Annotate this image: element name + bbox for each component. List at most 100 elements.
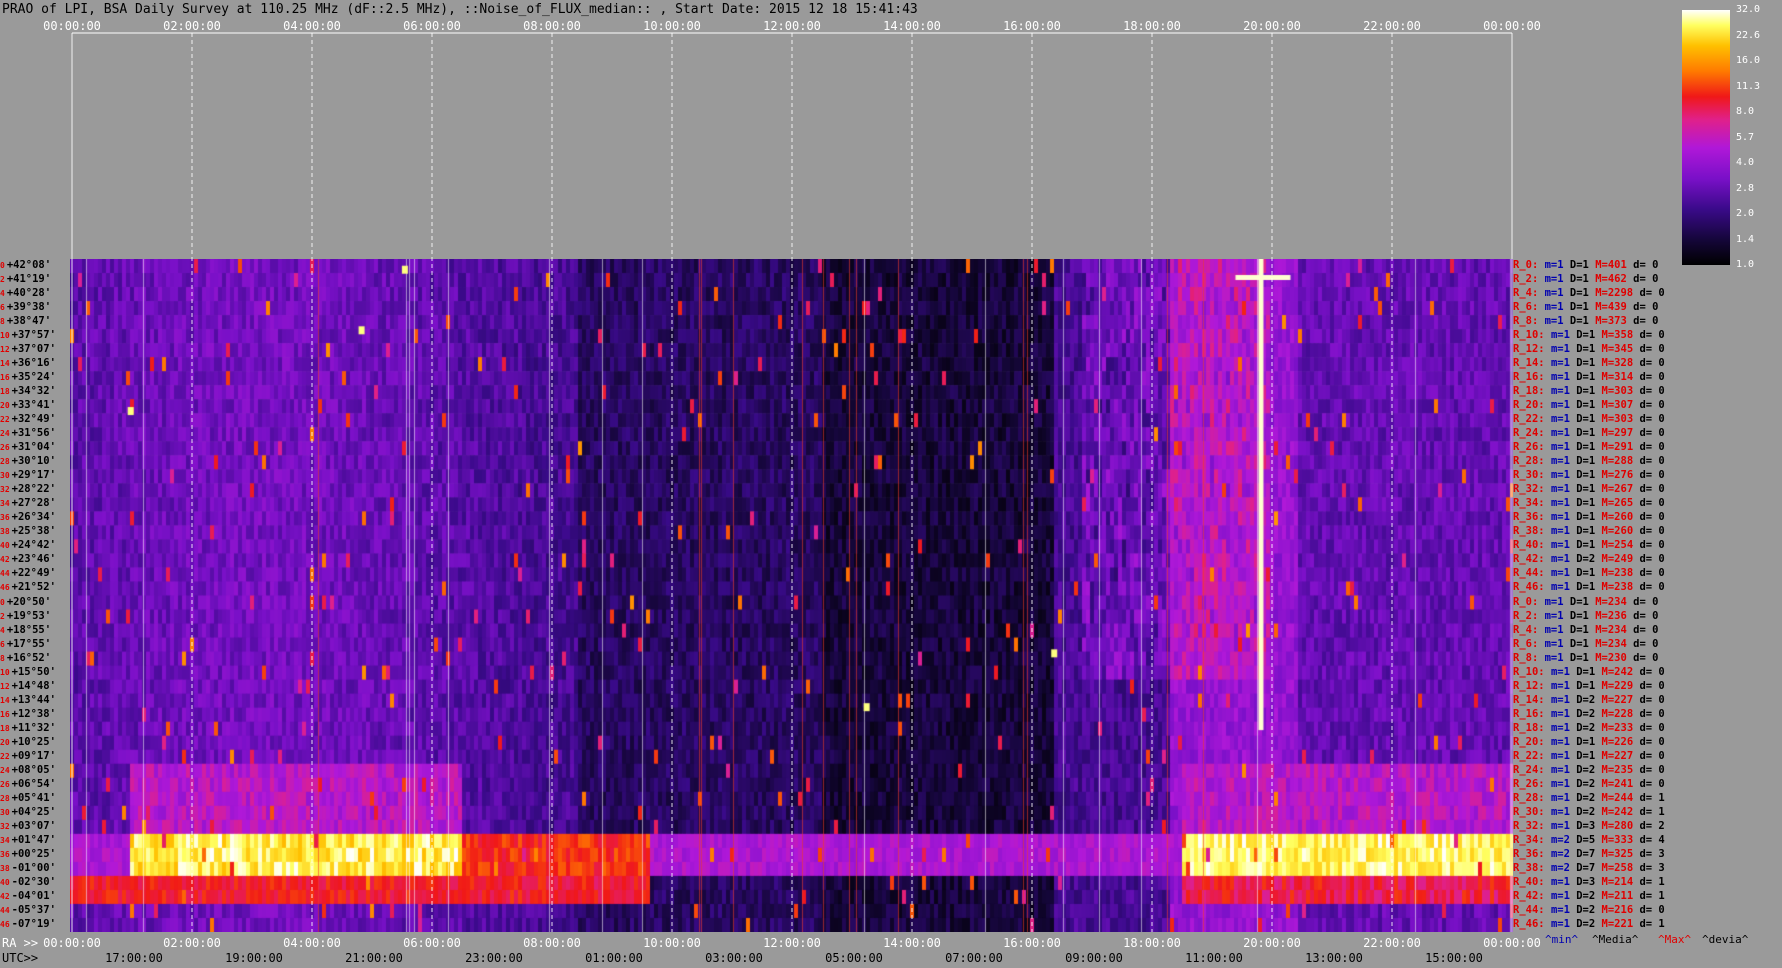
stat-deviation: d= 0	[1633, 637, 1659, 650]
stat-receiver: R_18:	[1513, 721, 1551, 734]
row-index: 0	[0, 597, 5, 607]
stat-receiver: R_12:	[1513, 679, 1551, 692]
declination-value: +42°08'	[6, 259, 52, 271]
row-stat: R_16: m=1 D=1 M=314 d= 0	[1513, 370, 1665, 384]
declination-value: -04°01'	[11, 889, 56, 902]
stat-max: M=236	[1595, 609, 1634, 622]
stat-deviation: d= 4	[1639, 833, 1665, 846]
stat-receiver: R_34:	[1513, 497, 1551, 510]
stat-max: M=439	[1595, 301, 1634, 314]
legend-media: ^Media^	[1592, 933, 1639, 946]
top-tick: 16:00:00	[1003, 19, 1061, 33]
utc-tick: 15:00:00	[1425, 951, 1483, 965]
stat-median: D=1	[1576, 455, 1602, 468]
stat-deviation: d= 3	[1639, 847, 1665, 860]
stat-max: M=228	[1601, 707, 1640, 720]
row-index: 34	[0, 835, 10, 845]
stat-min: m=1	[1550, 735, 1577, 748]
stat-min: m=1	[1544, 651, 1570, 664]
stat-median: D=2	[1576, 693, 1602, 706]
stat-max: M=227	[1601, 693, 1640, 706]
row-index: 42	[0, 891, 10, 901]
stat-min: m=1	[1544, 595, 1570, 608]
stat-max: M=234	[1595, 595, 1634, 608]
ra-tick: 02:00:00	[163, 936, 221, 950]
stat-median: D=1	[1576, 539, 1602, 552]
chart-title: PRAO of LPI, BSA Daily Survey at 110.25 …	[2, 2, 918, 17]
declination-value: +26°34'	[11, 511, 56, 524]
stat-median: D=1	[1569, 287, 1596, 300]
top-tick: 00:00:00	[43, 19, 101, 33]
stat-median: D=2	[1576, 721, 1602, 734]
stat-min: m=1	[1544, 259, 1570, 271]
row-index: 26	[0, 779, 10, 789]
stat-max: M=238	[1601, 581, 1640, 594]
stat-deviation: d= 0	[1639, 539, 1665, 552]
row-index: 12	[0, 681, 10, 691]
stat-min: m=1	[1550, 385, 1577, 398]
stat-median: D=1	[1569, 273, 1596, 286]
declination-value: +08°05'	[11, 763, 56, 776]
row-stat: R_32: m=1 D=1 M=267 d= 0	[1513, 482, 1665, 496]
declination-label: 46 -07°19'	[0, 917, 68, 932]
stat-max: M=276	[1601, 469, 1640, 482]
heatmap-canvas	[70, 259, 1513, 932]
stat-deviation: d= 0	[1639, 413, 1665, 426]
stat-receiver: R_30:	[1513, 469, 1551, 482]
stat-min: m=1	[1550, 903, 1577, 916]
stat-max: M=401	[1595, 259, 1634, 271]
stat-max: M=345	[1601, 343, 1640, 356]
declination-label: 6 +17°55'	[0, 637, 68, 652]
stat-deviation: d= 1	[1639, 805, 1665, 818]
colorbar-tick: 5.7	[1736, 131, 1755, 143]
declination-value: +33°41'	[11, 399, 56, 412]
stat-max: M=227	[1601, 749, 1640, 762]
row-stat: R_0: m=1 D=1 M=234 d= 0	[1513, 595, 1658, 609]
ra-tick: 04:00:00	[283, 936, 341, 950]
stat-max: M=303	[1601, 385, 1640, 398]
stat-receiver: R_40:	[1513, 875, 1551, 888]
declination-value: +23°46'	[11, 553, 56, 566]
stat-min: m=1	[1550, 525, 1577, 538]
row-stat: R_38: m=2 D=7 M=258 d= 3	[1513, 861, 1665, 875]
declination-value: +15°50'	[11, 665, 56, 678]
declination-value: +24°42'	[11, 539, 56, 552]
stat-deviation: d= 0	[1639, 679, 1665, 692]
stat-max: M=258	[1601, 861, 1640, 874]
declination-label: 16 +35°24'	[0, 370, 68, 385]
top-tick: 14:00:00	[883, 19, 941, 33]
row-stat: R_12: m=1 D=1 M=229 d= 0	[1513, 679, 1665, 693]
row-stat: R_12: m=1 D=1 M=345 d= 0	[1513, 342, 1665, 356]
stat-max: M=234	[1595, 637, 1634, 650]
row-index: 6	[0, 639, 5, 649]
stat-deviation: d= 3	[1639, 861, 1665, 874]
declination-value: +16°52'	[6, 651, 52, 664]
row-stat: R_18: m=1 D=2 M=233 d= 0	[1513, 721, 1665, 735]
stat-deviation: d= 0	[1633, 595, 1659, 608]
stat-max: M=233	[1601, 721, 1640, 734]
declination-label: 2 +41°19'	[0, 272, 68, 287]
row-index: 40	[0, 541, 10, 551]
stat-min: m=1	[1544, 637, 1570, 650]
row-index: 40	[0, 877, 10, 887]
row-index: 8	[0, 653, 5, 663]
declination-value: +12°38'	[11, 707, 56, 720]
stat-median: D=1	[1576, 343, 1602, 356]
stat-receiver: R_4:	[1513, 623, 1545, 636]
stat-deviation: d= 0	[1633, 301, 1659, 314]
stat-max: M=242	[1601, 805, 1640, 818]
declination-label: 8 +16°52'	[0, 651, 68, 666]
stat-deviation: d= 0	[1639, 469, 1665, 482]
stat-max: M=229	[1601, 679, 1640, 692]
utc-tick: 09:00:00	[1065, 951, 1123, 965]
stat-receiver: R_0:	[1513, 595, 1545, 608]
stat-deviation: d= 0	[1639, 441, 1665, 454]
ra-tick: 08:00:00	[523, 936, 581, 950]
stat-receiver: R_8:	[1513, 315, 1545, 328]
utc-tick: 23:00:00	[465, 951, 523, 965]
legend-devia: ^devia^	[1702, 933, 1749, 946]
declination-label: 34 +01°47'	[0, 833, 68, 848]
stat-median: D=2	[1576, 763, 1602, 776]
top-tick: 04:00:00	[283, 19, 341, 33]
stat-deviation: d= 0	[1639, 371, 1665, 384]
